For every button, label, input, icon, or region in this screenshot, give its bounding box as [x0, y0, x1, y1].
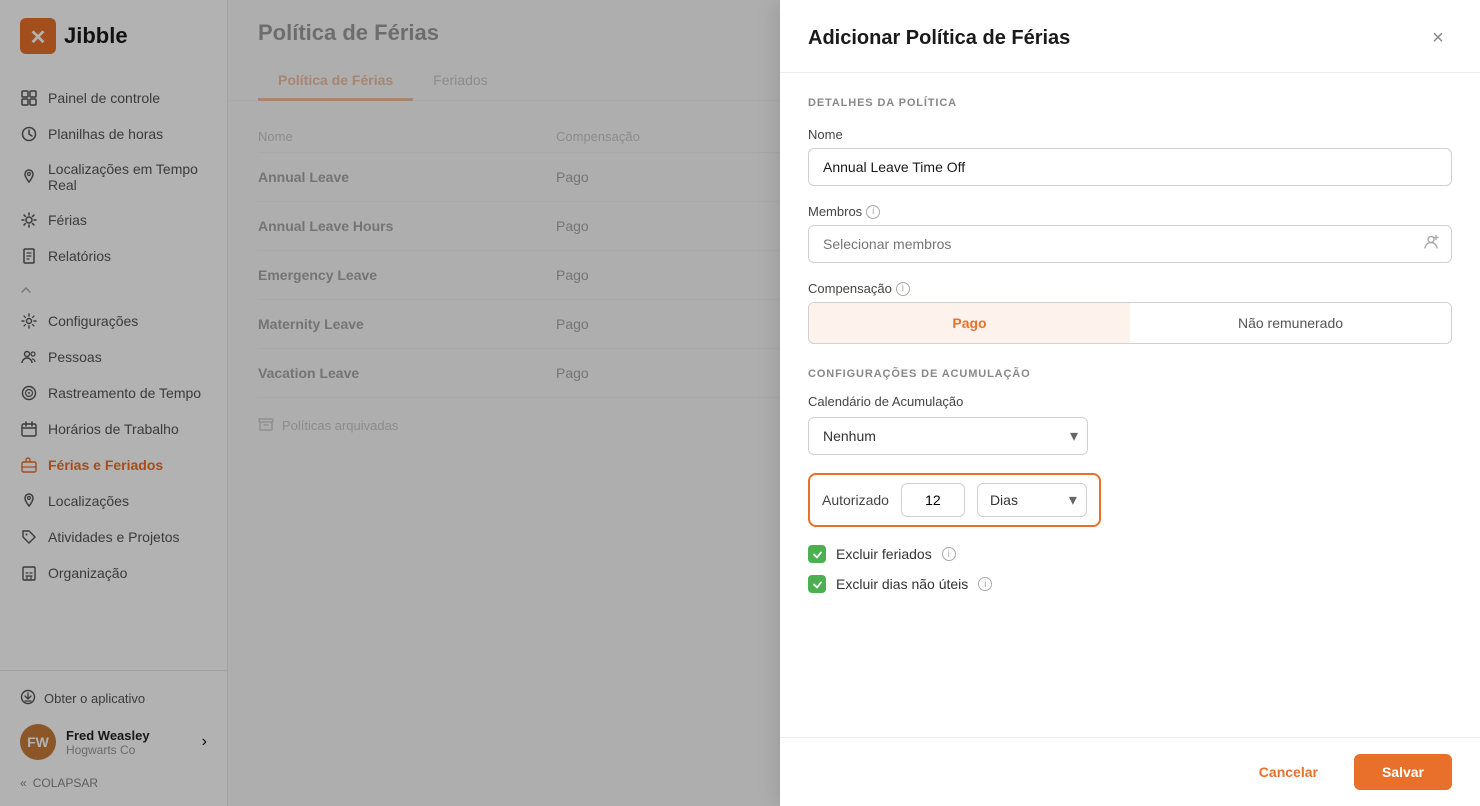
exclude-holidays-label: Excluir feriados: [836, 546, 932, 562]
accrual-calendar-select[interactable]: Nenhum Mensal Anual: [808, 417, 1088, 455]
authorized-unit-select[interactable]: Dias Horas: [977, 483, 1087, 517]
authorized-row: Autorizado Dias Horas ▾: [808, 473, 1101, 527]
accrual-settings-section-label: CONFIGURAÇÕES DE ACUMULAÇÃO: [808, 368, 1452, 380]
exclude-non-business-label: Excluir dias não úteis: [836, 576, 968, 592]
name-field-label: Nome: [808, 127, 1452, 142]
exclude-holidays-checkbox[interactable]: [808, 545, 826, 563]
members-field-label: Membros i: [808, 204, 1452, 219]
accrual-calendar-wrap: Nenhum Mensal Anual ▾: [808, 417, 1088, 455]
close-button[interactable]: ×: [1424, 24, 1452, 52]
authorized-unit-select-wrap: Dias Horas ▾: [977, 483, 1087, 517]
members-input-wrap: [808, 225, 1452, 263]
exclude-holidays-row: Excluir feriados i: [808, 545, 1452, 563]
name-input[interactable]: [808, 148, 1452, 186]
compensation-toggle: Pago Não remunerado: [808, 302, 1452, 344]
exclude-non-business-row: Excluir dias não úteis i: [808, 575, 1452, 593]
add-member-icon[interactable]: [1422, 233, 1440, 256]
exclude-non-business-info-icon[interactable]: i: [978, 577, 992, 591]
exclude-holidays-info-icon[interactable]: i: [942, 547, 956, 561]
compensation-info-icon[interactable]: i: [896, 282, 910, 296]
accrual-calendar-select-wrap: Nenhum Mensal Anual ▾: [808, 417, 1088, 455]
add-policy-dialog: Adicionar Política de Férias × DETALHES …: [780, 0, 1480, 806]
members-info-icon[interactable]: i: [866, 205, 880, 219]
policy-details-section-label: DETALHES DA POLÍTICA: [808, 97, 1452, 109]
authorized-label: Autorizado: [822, 492, 889, 508]
members-input[interactable]: [808, 225, 1452, 263]
dialog-header: Adicionar Política de Férias ×: [780, 0, 1480, 73]
compensation-field-label: Compensação i: [808, 281, 1452, 296]
accrual-calendar-label: Calendário de Acumulação: [808, 394, 1452, 409]
dialog-overlay: Adicionar Política de Férias × DETALHES …: [0, 0, 1480, 806]
close-icon: ×: [1432, 27, 1444, 50]
save-button[interactable]: Salvar: [1354, 754, 1452, 790]
dialog-footer: Cancelar Salvar: [780, 737, 1480, 806]
paid-button[interactable]: Pago: [809, 303, 1130, 343]
unpaid-button[interactable]: Não remunerado: [1130, 303, 1451, 343]
exclude-non-business-checkbox[interactable]: [808, 575, 826, 593]
dialog-body: DETALHES DA POLÍTICA Nome Membros i Comp…: [780, 73, 1480, 737]
dialog-title: Adicionar Política de Férias: [808, 27, 1070, 50]
cancel-button[interactable]: Cancelar: [1235, 754, 1342, 790]
authorized-value-input[interactable]: [901, 483, 965, 517]
